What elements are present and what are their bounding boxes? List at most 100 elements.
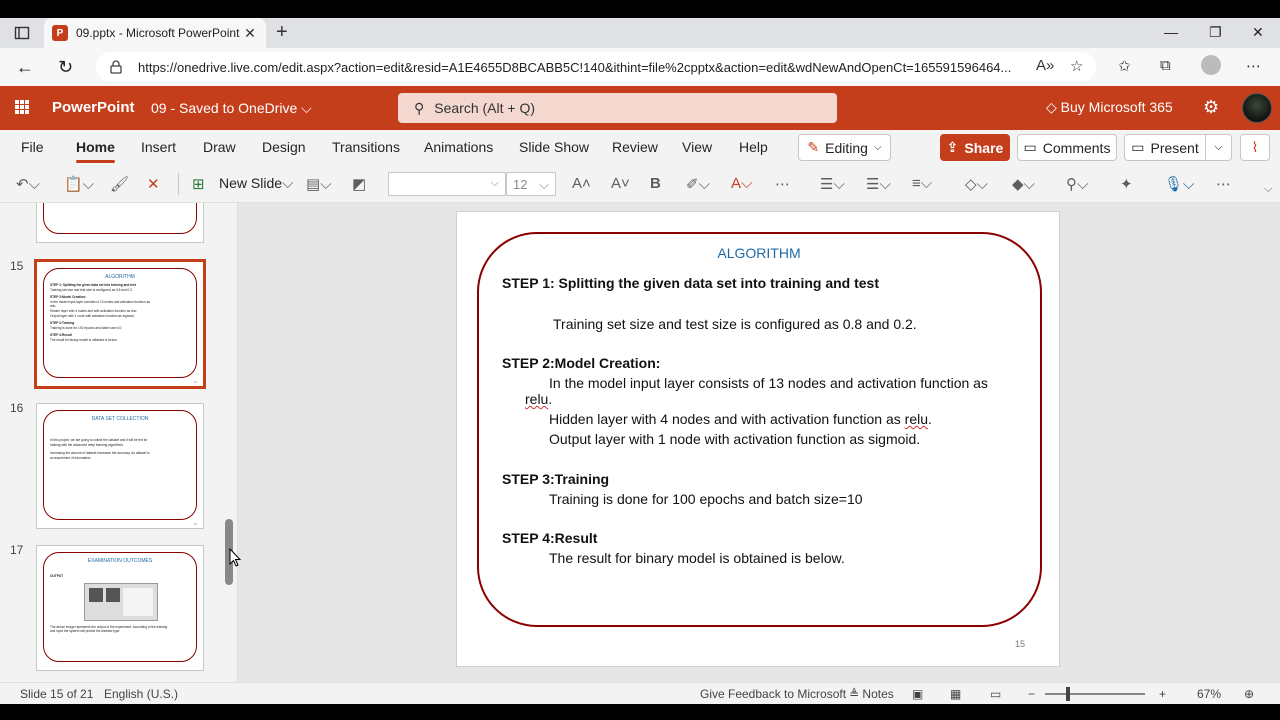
browser-menu-icon[interactable]: ⋯ — [1246, 57, 1261, 75]
buy-label: Buy Microsoft 365 — [1060, 99, 1173, 115]
editing-mode-button[interactable]: ✎ Editing ⌵ — [798, 134, 891, 161]
catch-up-icon[interactable]: ⌇ — [1240, 134, 1270, 161]
font-size-select[interactable]: 12 ⌵ — [506, 172, 556, 196]
expand-ribbon-icon[interactable]: ⌵ — [1264, 183, 1272, 196]
present-button[interactable]: ▭ Present — [1124, 134, 1206, 161]
designer-icon[interactable]: ✦ — [1120, 175, 1133, 193]
zoom-slider-thumb[interactable] — [1066, 687, 1070, 701]
step-2-line-2[interactable]: Hidden layer with 4 nodes and with activ… — [549, 411, 932, 427]
fit-to-window-icon[interactable]: ⊕ — [1244, 687, 1254, 701]
paste-icon[interactable]: 📋⌵ — [64, 175, 94, 193]
app-name[interactable]: PowerPoint — [52, 99, 135, 116]
dictate-icon[interactable]: 🎙⌵ — [1164, 175, 1194, 193]
bold-icon[interactable]: B — [650, 175, 661, 192]
zoom-level[interactable]: 67% — [1197, 687, 1221, 701]
feedback-link[interactable]: Give Feedback to Microsoft — [700, 687, 846, 701]
favorites-icon[interactable]: ✩ — [1118, 57, 1131, 75]
slide-sorter-icon[interactable]: ▦ — [950, 687, 961, 701]
address-bar[interactable]: https://onedrive.live.com/edit.aspx?acti… — [96, 52, 1096, 82]
add-favorite-icon[interactable]: ☆ — [1070, 57, 1083, 75]
new-tab-icon[interactable]: + — [276, 21, 288, 44]
tab-animations[interactable]: Animations — [424, 139, 493, 155]
chevron-down-icon[interactable]: ⌵ — [282, 175, 293, 192]
zoom-out-icon[interactable]: − — [1028, 687, 1035, 701]
more-options-icon[interactable]: ⋯ — [1216, 175, 1231, 193]
user-avatar[interactable] — [1242, 93, 1272, 123]
language-indicator[interactable]: English (U.S.) — [104, 687, 178, 701]
shape-fill-icon[interactable]: ◆⌵ — [1012, 175, 1035, 193]
app-launcher-icon[interactable] — [15, 100, 29, 114]
present-dropdown-icon[interactable]: ⌵ — [1206, 134, 1232, 161]
tab-design[interactable]: Design — [262, 139, 306, 155]
tab-actions-icon[interactable] — [14, 25, 30, 41]
numbering-icon[interactable]: ☰⌵ — [866, 175, 891, 193]
back-icon[interactable]: ← — [16, 57, 34, 78]
slide-thumbnail-16[interactable]: DATA SET COLLECTION In this project, we … — [36, 403, 204, 529]
tab-transitions[interactable]: Transitions — [332, 139, 400, 155]
tab-insert[interactable]: Insert — [141, 139, 176, 155]
highlight-icon[interactable]: ✐⌵ — [686, 175, 710, 193]
new-slide-icon[interactable]: ⊞ — [192, 175, 205, 193]
more-font-options-icon[interactable]: ⋯ — [775, 175, 790, 193]
comments-button[interactable]: ▭ Comments — [1017, 134, 1117, 161]
slide-thumbnail-14[interactable] — [36, 203, 204, 243]
tab-view[interactable]: View — [682, 139, 712, 155]
font-color-icon[interactable]: A⌵ — [731, 175, 752, 192]
tab-review[interactable]: Review — [612, 139, 658, 155]
step-1-detail[interactable]: Training set size and test size is confi… — [553, 316, 917, 332]
notes-label: Notes — [862, 687, 894, 701]
settings-gear-icon[interactable]: ⚙ — [1203, 97, 1219, 118]
reading-view-icon[interactable]: ▭ — [990, 687, 1001, 701]
decrease-font-icon[interactable]: A˅ — [611, 175, 630, 192]
layout-icon[interactable]: ▤⌵ — [306, 175, 332, 193]
tab-home[interactable]: Home — [76, 139, 115, 163]
tab-slide-show[interactable]: Slide Show — [519, 139, 589, 155]
browser-tab[interactable]: P 09.pptx - Microsoft PowerPoint Online … — [44, 18, 266, 48]
increase-font-icon[interactable]: A˄ — [572, 175, 591, 192]
slide-thumbnail-15[interactable]: ALGORITHM STEP 1: Splitting the given da… — [34, 259, 206, 389]
step-4-heading[interactable]: STEP 4:Result — [502, 530, 597, 546]
step-2-line-3[interactable]: Output layer with 1 node with activation… — [549, 431, 920, 447]
zoom-slider-track[interactable] — [1045, 693, 1145, 695]
bullets-icon[interactable]: ☰⌵ — [820, 175, 845, 193]
buy-microsoft-365-button[interactable]: ◇ Buy Microsoft 365 — [1046, 99, 1173, 116]
present-icon: ▭ — [1131, 139, 1145, 155]
step-2-line-1-continued[interactable]: relu. — [525, 391, 552, 407]
step-4-detail[interactable]: The result for binary model is obtained … — [549, 550, 845, 566]
find-icon[interactable]: ⚲⌵ — [1066, 175, 1088, 193]
zoom-in-icon[interactable]: + — [1159, 687, 1166, 701]
step-1-heading[interactable]: STEP 1: Splitting the given data set int… — [502, 275, 879, 291]
normal-view-icon[interactable]: ▣ — [912, 687, 923, 701]
share-button[interactable]: ⇪ Share — [940, 134, 1010, 161]
restore-icon[interactable]: ❐ — [1209, 24, 1222, 41]
browser-profile-avatar[interactable] — [1201, 55, 1221, 75]
format-painter-icon[interactable]: 🖌 — [110, 175, 129, 193]
search-input[interactable]: ⚲ Search (Alt + Q) — [398, 93, 837, 123]
shapes-icon[interactable]: ◇⌵ — [965, 175, 988, 193]
undo-icon[interactable]: ↶⌵ — [16, 175, 40, 193]
step-2-heading[interactable]: STEP 2:Model Creation: — [502, 355, 660, 371]
delete-icon[interactable]: ✕ — [147, 175, 160, 193]
align-icon[interactable]: ≡⌵ — [912, 175, 932, 192]
step-3-detail[interactable]: Training is done for 100 epochs and batc… — [549, 491, 863, 507]
refresh-icon[interactable]: ↻ — [58, 57, 73, 78]
new-slide-button[interactable]: New Slide — [219, 175, 282, 191]
font-name-select[interactable]: ⌵ — [388, 172, 506, 196]
pencil-icon: ✎ — [807, 139, 820, 155]
slide-thumbnail-17[interactable]: EXAMINATION OUTCOMES OUTPUT The above im… — [36, 545, 204, 671]
step-3-heading[interactable]: STEP 3:Training — [502, 471, 609, 487]
step-2-line-1[interactable]: In the model input layer consists of 13 … — [549, 375, 988, 391]
collections-icon[interactable]: ⧉ — [1160, 57, 1171, 74]
slide-title[interactable]: ALGORITHM — [457, 245, 1061, 261]
close-tab-icon[interactable]: ✕ — [242, 25, 258, 42]
document-name[interactable]: 09 - Saved to OneDrive ⌵ — [151, 100, 312, 117]
minimize-icon[interactable]: — — [1164, 24, 1178, 40]
notes-button[interactable]: ≜ Notes — [849, 687, 894, 701]
tab-draw[interactable]: Draw — [203, 139, 236, 155]
tab-file[interactable]: File — [21, 139, 44, 155]
format-background-icon[interactable]: ◩ — [352, 175, 366, 193]
slide-canvas[interactable]: ALGORITHM STEP 1: Splitting the given da… — [456, 211, 1060, 667]
tab-help[interactable]: Help — [739, 139, 768, 155]
read-aloud-icon[interactable]: A» — [1036, 57, 1054, 74]
close-window-icon[interactable]: ✕ — [1252, 24, 1264, 41]
